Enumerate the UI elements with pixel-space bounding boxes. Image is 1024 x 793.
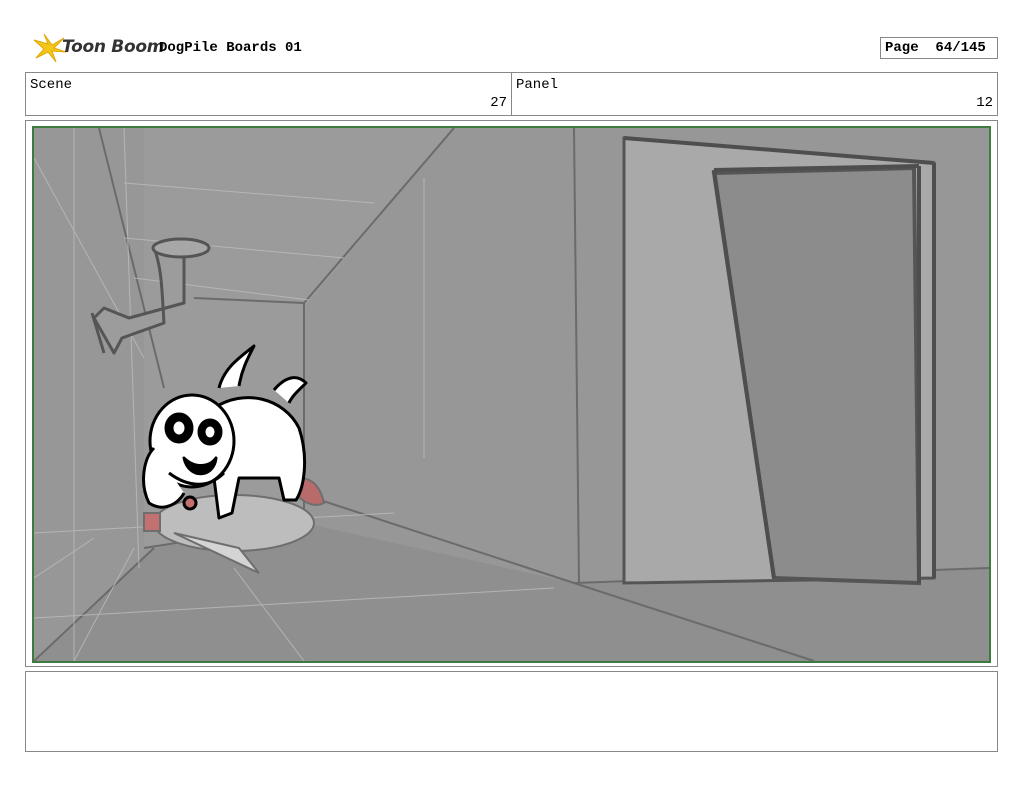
panel-number: 12 [976,95,993,111]
scene-panel-info: Scene 27 Panel 12 [25,72,998,116]
panel-label: Panel [516,77,559,93]
scene-cell: Scene 27 [26,73,512,115]
hallway-scene [34,128,989,661]
scene-number: 27 [490,95,507,111]
project-title: DogPile Boards 01 [159,40,302,56]
scene-label: Scene [30,77,73,93]
toon-boom-logo: Toon Boom [30,32,180,64]
storyboard-header: Toon Boom DogPile Boards 01 Page 64/145 [26,30,998,66]
panel-cell: Panel 12 [512,73,997,115]
storyboard-drawing [32,126,991,663]
panel-notes [25,671,998,752]
page-number: 64/145 [935,40,986,56]
panel-frame [25,120,998,667]
page-indicator: Page 64/145 [880,37,998,59]
logo-text: Toon Boom [62,37,165,57]
page-label: Page [885,40,919,56]
